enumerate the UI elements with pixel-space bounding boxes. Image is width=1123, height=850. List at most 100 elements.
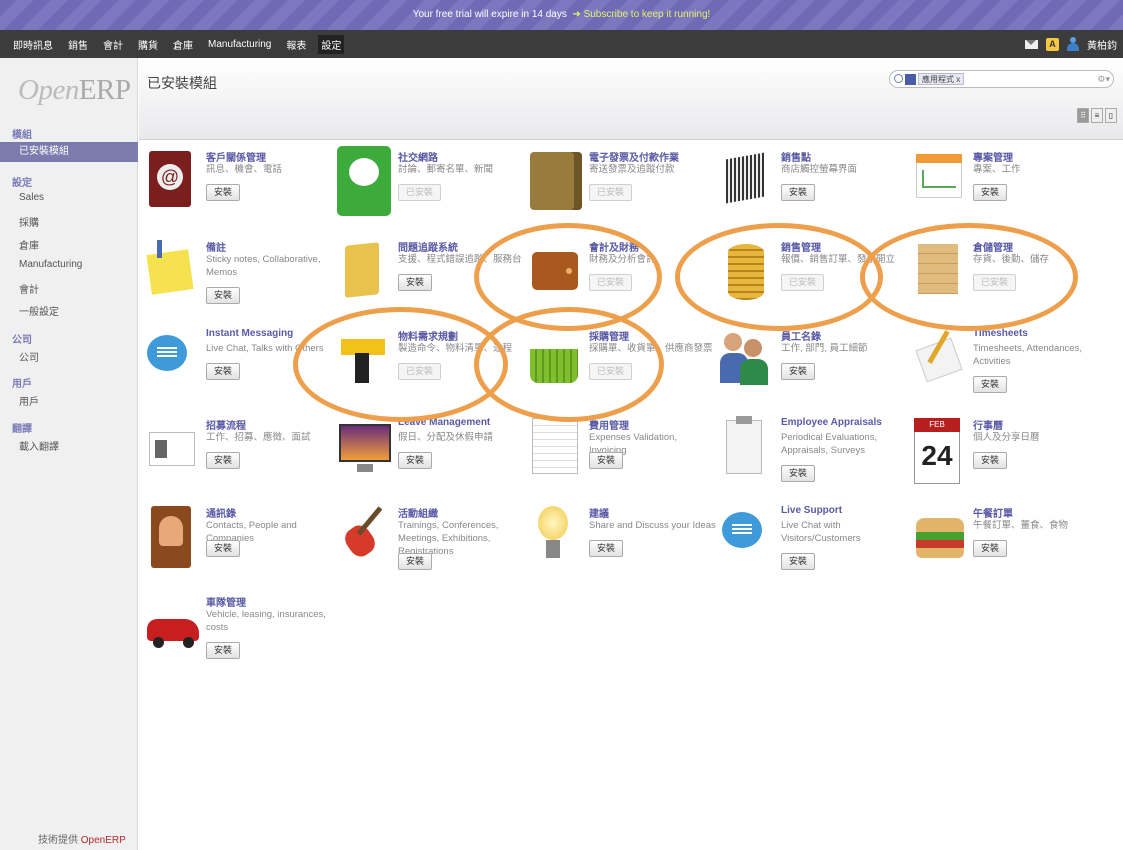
module-card[interactable]: 費用管理 Expenses Validation, Invoicing 安裝 [528,414,718,498]
module-title[interactable]: 通訊錄 [206,505,236,520]
module-title[interactable]: Live Support [781,505,842,516]
module-title[interactable]: 會計及財務 [589,239,639,254]
guitar-icon[interactable] [337,502,397,572]
install-button[interactable]: 安裝 [973,452,1008,469]
install-button[interactable]: 安裝 [781,184,816,201]
module-title[interactable]: Instant Messaging [206,328,293,339]
install-button[interactable]: 安裝 [206,363,241,380]
module-title[interactable]: 銷售管理 [781,239,821,254]
car-icon[interactable] [145,591,205,661]
crate-icon[interactable] [912,236,972,306]
search-options-icon[interactable]: ⚙▾ [1097,74,1110,85]
install-button[interactable]: 安裝 [589,540,624,557]
contacts-book-icon[interactable] [145,502,205,572]
module-card[interactable]: 倉儲管理 存貨、後勤、儲存 已安裝 [912,236,1102,320]
sidebar-item-sales[interactable]: Sales [19,192,44,203]
module-card[interactable]: Instant Messaging Live Chat, Talks with O… [145,325,335,409]
lightbulb-icon[interactable] [528,502,588,572]
module-title[interactable]: 招募流程 [206,417,246,432]
module-title[interactable]: 客戶關係管理 [206,149,266,164]
kanban-view-icon[interactable]: ⠿ [1077,108,1089,123]
module-card[interactable]: Leave Management 假日、分配及休假申請 安裝 [337,414,527,498]
install-button[interactable]: 安裝 [973,184,1008,201]
install-button[interactable]: 安裝 [206,184,241,201]
form-view-icon[interactable]: ▯ [1105,108,1117,123]
module-card[interactable]: 電子發票及付款作業 寄送發票及追蹤付款 已安裝 [528,146,718,230]
module-card[interactable]: 銷售管理 報價、銷售訂單、發票開立 已安裝 [720,236,910,320]
barcode-icon[interactable] [720,146,780,216]
sidebar-item-manufacturing[interactable]: Manufacturing [19,259,82,270]
module-card[interactable]: 銷售點 商店觸控螢幕界面 安裝 [720,146,910,230]
address-book-icon[interactable]: @ [145,146,205,216]
sticky-note-icon[interactable] [145,236,205,306]
module-card[interactable]: @ 客戶關係管理 訊息、機會、電話 安裝 [145,146,335,230]
coins-icon[interactable] [720,236,780,306]
install-button[interactable]: 安裝 [589,452,624,469]
openerp-logo[interactable]: OpenERP [18,74,131,107]
menu-sales[interactable]: 銷售 [65,35,91,54]
clipboard-icon[interactable] [720,414,780,484]
menu-reports[interactable]: 報表 [283,35,309,54]
module-title[interactable]: 物料需求規劃 [398,328,458,343]
module-card[interactable]: 物料需求規劃 製造命令、物料清單、途程 已安裝 [337,325,527,409]
pencil-paper-icon[interactable] [912,325,972,395]
module-title[interactable]: 採購管理 [589,328,629,343]
speech-bubble-icon[interactable] [145,325,205,395]
chat-bubble-icon[interactable] [337,146,397,216]
user-name[interactable]: 黃柏鈞 [1087,37,1117,52]
module-card[interactable]: 專案管理 專案、工作 安裝 [912,146,1102,230]
calendar-24-icon[interactable]: FEB 24 [912,414,972,484]
sidebar-item-purchase[interactable]: 採購 [19,214,39,229]
menu-warehouse[interactable]: 倉庫 [170,35,196,54]
install-button[interactable]: 安裝 [781,553,816,570]
basket-icon[interactable] [528,325,588,395]
support-bubble-icon[interactable] [720,502,780,572]
sidebar-item-users[interactable]: 用戶 [19,393,39,408]
spreadsheet-icon[interactable] [528,414,588,484]
module-card[interactable]: 通訊錄 Contacts, People and Companies 安裝 [145,502,335,586]
user-avatar-icon[interactable] [1067,37,1079,51]
alert-icon[interactable]: A [1046,37,1059,51]
install-button[interactable]: 安裝 [206,287,241,304]
module-title[interactable]: Leave Management [398,417,490,428]
module-title[interactable]: 專案管理 [973,149,1013,164]
module-title[interactable]: 倉儲管理 [973,239,1013,254]
sidebar-item-companies[interactable]: 公司 [19,349,39,364]
install-button[interactable]: 安裝 [206,452,241,469]
module-title[interactable]: 電子發票及付款作業 [589,149,679,164]
sidebar-item-installed-modules[interactable]: 已安裝模組 [0,142,138,162]
module-card[interactable]: 員工名錄 工作, 部門, 員工細節 安裝 [720,325,910,409]
install-button[interactable]: 安裝 [398,274,433,291]
module-card[interactable]: 問題追蹤系統 支援、程式錯誤追蹤、服務台 安裝 [337,236,527,320]
sidebar-item-general-settings[interactable]: 一般設定 [19,303,59,318]
menu-chat[interactable]: 即時訊息 [10,35,56,54]
wallet-icon[interactable] [528,146,588,216]
menu-manufacturing[interactable]: Manufacturing [205,37,274,52]
calendar-chart-icon[interactable] [912,146,972,216]
install-button[interactable]: 安裝 [781,465,816,482]
install-button[interactable]: 安裝 [973,376,1008,393]
sidebar-item-load-translation[interactable]: 載入翻譯 [19,438,59,453]
module-title[interactable]: 員工名錄 [781,328,821,343]
list-view-icon[interactable]: ≡ [1091,108,1103,123]
folder-icon[interactable] [337,236,397,306]
module-card[interactable]: 採購管理 採購單、收貨單、供應商發票 已安裝 [528,325,718,409]
module-title[interactable]: 午餐訂單 [973,505,1013,520]
search-icon[interactable] [894,74,903,83]
module-card[interactable]: 招募流程 工作、招募、應徵、面試 安裝 [145,414,335,498]
people-icon[interactable] [720,325,780,395]
install-button[interactable]: 安裝 [973,540,1008,557]
module-title[interactable]: 社交網路 [398,149,438,164]
module-card[interactable]: 備註 Sticky notes, Collaborative, Memos 安裝 [145,236,335,320]
openerp-link[interactable]: OpenERP [81,835,126,846]
menu-settings[interactable]: 設定 [318,34,345,54]
install-button[interactable]: 安裝 [206,642,241,659]
install-button[interactable]: 安裝 [398,452,433,469]
module-title[interactable]: 建議 [589,505,609,520]
module-title[interactable]: 備註 [206,239,226,254]
search-facet[interactable]: 應用程式 x [918,73,965,85]
brown-wallet-icon[interactable] [528,236,588,306]
monitor-sunset-icon[interactable] [337,414,397,484]
install-button[interactable]: 安裝 [206,540,241,557]
module-card[interactable]: 建議 Share and Discuss your Ideas 安裝 [528,502,718,586]
